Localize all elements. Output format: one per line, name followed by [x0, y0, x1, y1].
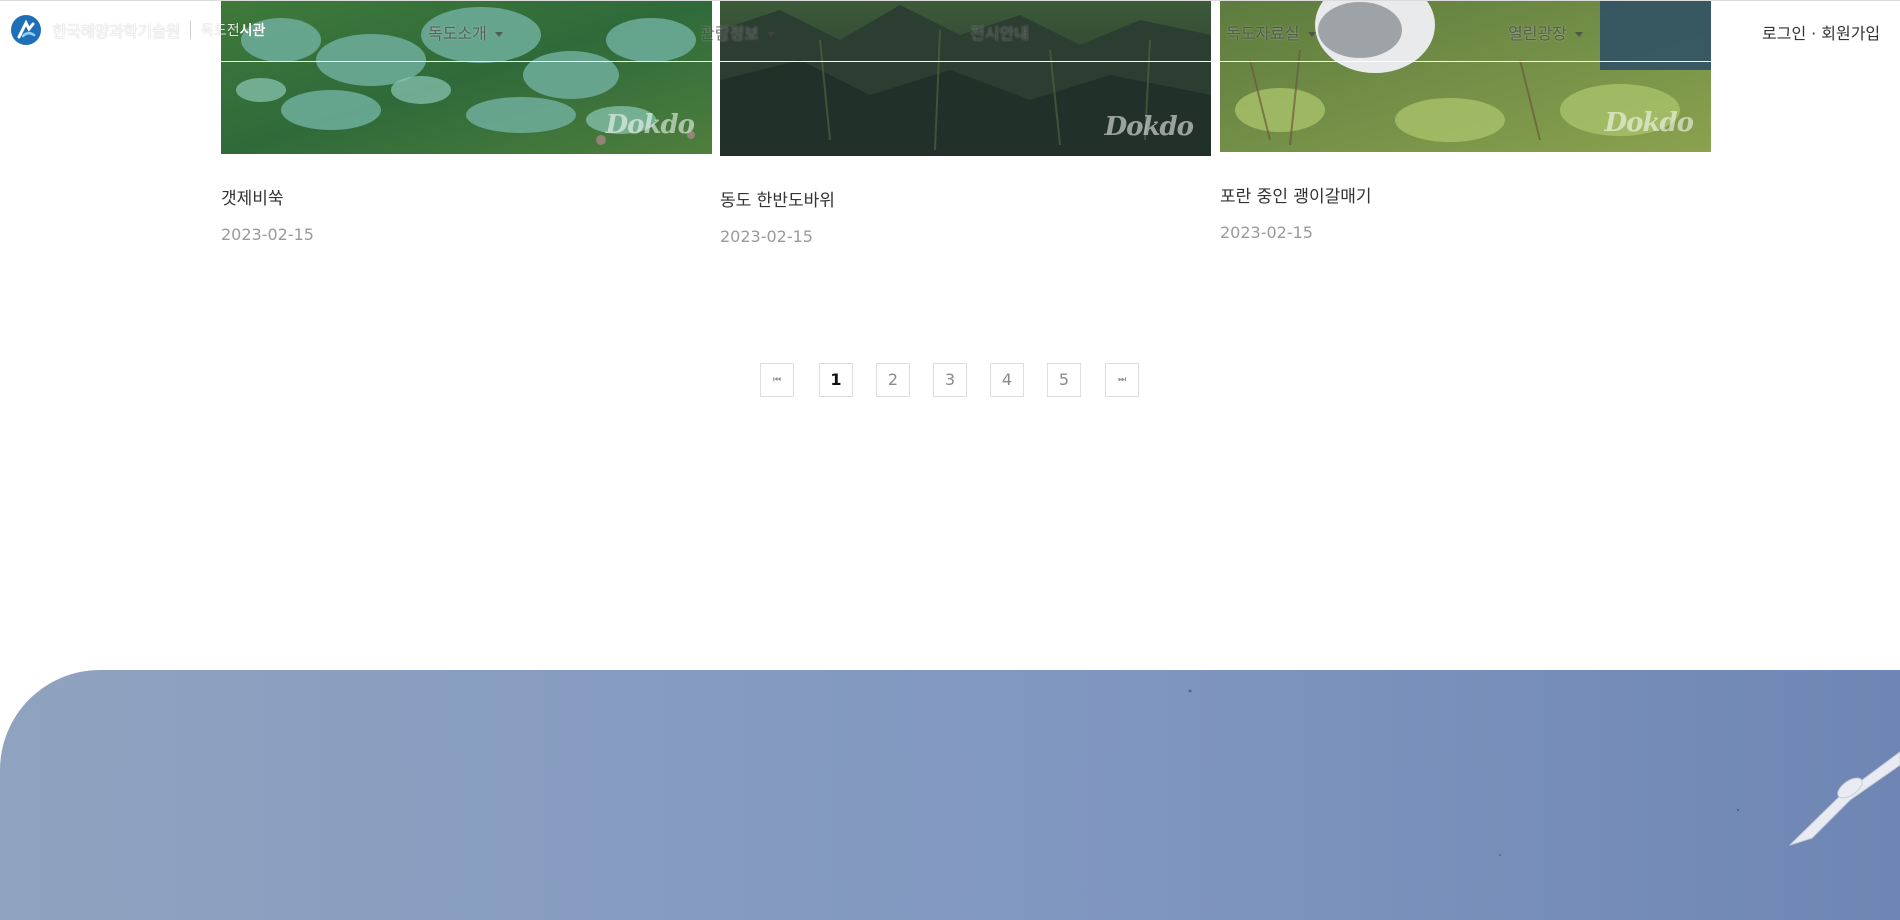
first-page-button[interactable]: ⏮ [760, 363, 794, 397]
nav-item-label: 독도자료실 [1226, 24, 1300, 43]
nav-item-label: 열린광장 [1508, 24, 1567, 43]
logo-subtitle: 독도전시관 [201, 20, 265, 40]
logo-divider [189, 21, 191, 39]
login-link[interactable]: 로그인 [1762, 24, 1806, 43]
skip-last-icon: ⏭ [1117, 375, 1127, 385]
card-date: 2023-02-15 [1220, 223, 1313, 242]
site-logo[interactable]: 한국해양과학기술원 독도전시관 [10, 14, 265, 46]
nav-item-intro[interactable]: 독도소개 [428, 20, 503, 44]
photo-watermark: Dokdo [1604, 108, 1694, 138]
nav-item-label: 관람정보 [700, 24, 759, 43]
signup-link[interactable]: 회원가입 [1821, 24, 1880, 43]
nav-item-visit-info[interactable]: 관람정보 [700, 20, 775, 44]
card-title[interactable]: 동도 한반도바위 [720, 186, 1211, 211]
skip-first-icon: ⏮ [772, 375, 782, 385]
card-date: 2023-02-15 [221, 225, 314, 244]
auth-separator: · [1811, 24, 1817, 43]
last-page-button[interactable]: ⏭ [1105, 363, 1139, 397]
page-button[interactable]: 3 [933, 363, 967, 397]
card-title[interactable]: 포란 중인 괭이갈매기 [1220, 182, 1711, 207]
logo-text: 한국해양과학기술원 [52, 22, 180, 41]
page-button[interactable]: 2 [876, 363, 910, 397]
logo-subtitle-light: 독도전 [200, 23, 240, 39]
caret-down-icon [494, 32, 503, 37]
page-button[interactable]: 5 [1047, 363, 1081, 397]
nav-item-exhibition[interactable]: 전시안내 [970, 20, 1029, 44]
logo-subtitle-bold: 시관 [239, 23, 266, 39]
card-date: 2023-02-15 [720, 227, 813, 246]
nav-item-open-plaza[interactable]: 열린광장 [1508, 20, 1583, 44]
sky-seagull-image [0, 670, 1900, 920]
page-button[interactable]: 1 [819, 363, 853, 397]
caret-down-icon [1574, 32, 1583, 37]
nav-item-label: 독도소개 [428, 24, 487, 43]
nav-item-label: 전시안내 [970, 24, 1029, 43]
card-title[interactable]: 갯제비쑥 [221, 184, 712, 209]
caret-down-icon [766, 32, 775, 37]
caret-down-icon [1307, 32, 1316, 37]
page-button[interactable]: 4 [990, 363, 1024, 397]
site-header: 한국해양과학기술원 독도전시관 독도소개 관람정보 전시안내 독도자료실 열린광… [0, 0, 1900, 62]
header-bottom-border [0, 61, 1900, 62]
logo-mark-icon [11, 15, 41, 45]
footer-sky-banner [0, 670, 1900, 920]
photo-watermark: Dokdo [1104, 112, 1194, 142]
auth-links: 로그인 · 회원가입 [1762, 20, 1880, 44]
header-top-border [0, 0, 1900, 1]
photo-watermark: Dokdo [605, 110, 695, 140]
nav-item-archive[interactable]: 독도자료실 [1226, 20, 1316, 44]
